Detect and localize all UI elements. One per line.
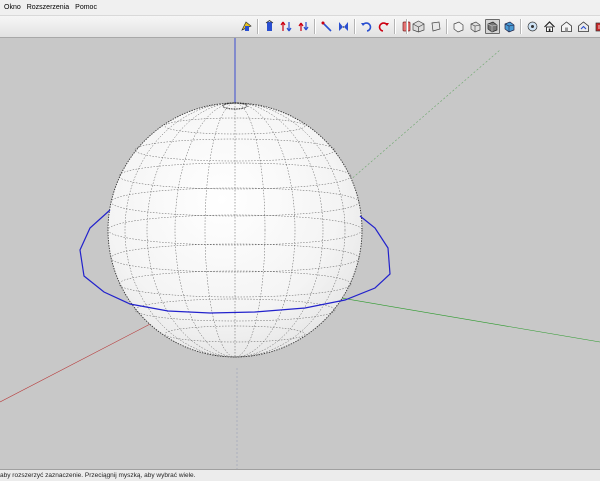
toolbar-separator: [406, 19, 408, 34]
rotate-icon: [298, 22, 309, 31]
right-view-button[interactable]: [468, 19, 483, 34]
left-view-button[interactable]: [502, 19, 517, 34]
menu-bar: Okno Rozszerzenia Pomoc: [0, 0, 600, 16]
right-view-icon: [470, 21, 481, 33]
offset-icon: [339, 22, 348, 31]
home-icon: [544, 21, 555, 32]
toolbar-separator: [520, 19, 522, 34]
toolbar-separator: [394, 19, 396, 34]
follow-me-button[interactable]: [239, 19, 254, 34]
move-icon: [280, 21, 292, 32]
offset-button[interactable]: [336, 19, 351, 34]
menu-item-okno[interactable]: Okno: [0, 0, 24, 15]
xray-style-button[interactable]: [525, 19, 540, 34]
redo-icon: [378, 22, 389, 32]
toolbar-separator: [314, 19, 316, 34]
scale-button[interactable]: [319, 19, 334, 34]
status-text: aby rozszerzyć zaznaczenie. Przeciągnij …: [0, 472, 196, 479]
extension-warehouse-button[interactable]: [593, 19, 600, 34]
drawing-viewport[interactable]: [0, 38, 600, 469]
top-view-button[interactable]: [428, 19, 443, 34]
toolbar-group-edit: [238, 18, 415, 35]
rotate-button[interactable]: [296, 19, 311, 34]
xray-style-icon: [527, 21, 538, 32]
front-view-button[interactable]: [451, 19, 466, 34]
scale-icon: [321, 21, 332, 32]
push-pull-icon: [265, 20, 274, 31]
toolbar-separator: [354, 19, 356, 34]
back-view-icon: [487, 21, 498, 33]
push-pull-button[interactable]: [262, 19, 277, 34]
top-view-icon: [431, 21, 441, 32]
extension-warehouse-icon: [595, 22, 600, 32]
share-model-icon: [578, 21, 589, 32]
undo-button[interactable]: [359, 19, 374, 34]
front-view-icon: [453, 21, 464, 33]
model-canvas: [0, 38, 600, 469]
toolbar-separator: [257, 19, 259, 34]
status-bar: aby rozszerzyć zaznaczenie. Przeciągnij …: [0, 469, 600, 481]
toolbar: [0, 16, 600, 38]
warehouse-icon: [561, 21, 572, 32]
iso-view-icon: [412, 20, 425, 33]
toolbar-separator: [446, 19, 448, 34]
iso-view-button[interactable]: [411, 19, 426, 34]
follow-me-icon: [241, 21, 252, 31]
menu-item-rozszerzenia[interactable]: Rozszerzenia: [24, 0, 72, 15]
undo-icon: [361, 22, 372, 32]
warehouse-button[interactable]: [559, 19, 574, 34]
home-button[interactable]: [542, 19, 557, 34]
menu-item-pomoc[interactable]: Pomoc: [72, 0, 100, 15]
back-view-button[interactable]: [485, 19, 500, 34]
left-view-icon: [504, 21, 515, 33]
share-model-button[interactable]: [576, 19, 591, 34]
toolbar-group-views: [404, 18, 600, 35]
move-button[interactable]: [279, 19, 294, 34]
redo-button[interactable]: [376, 19, 391, 34]
